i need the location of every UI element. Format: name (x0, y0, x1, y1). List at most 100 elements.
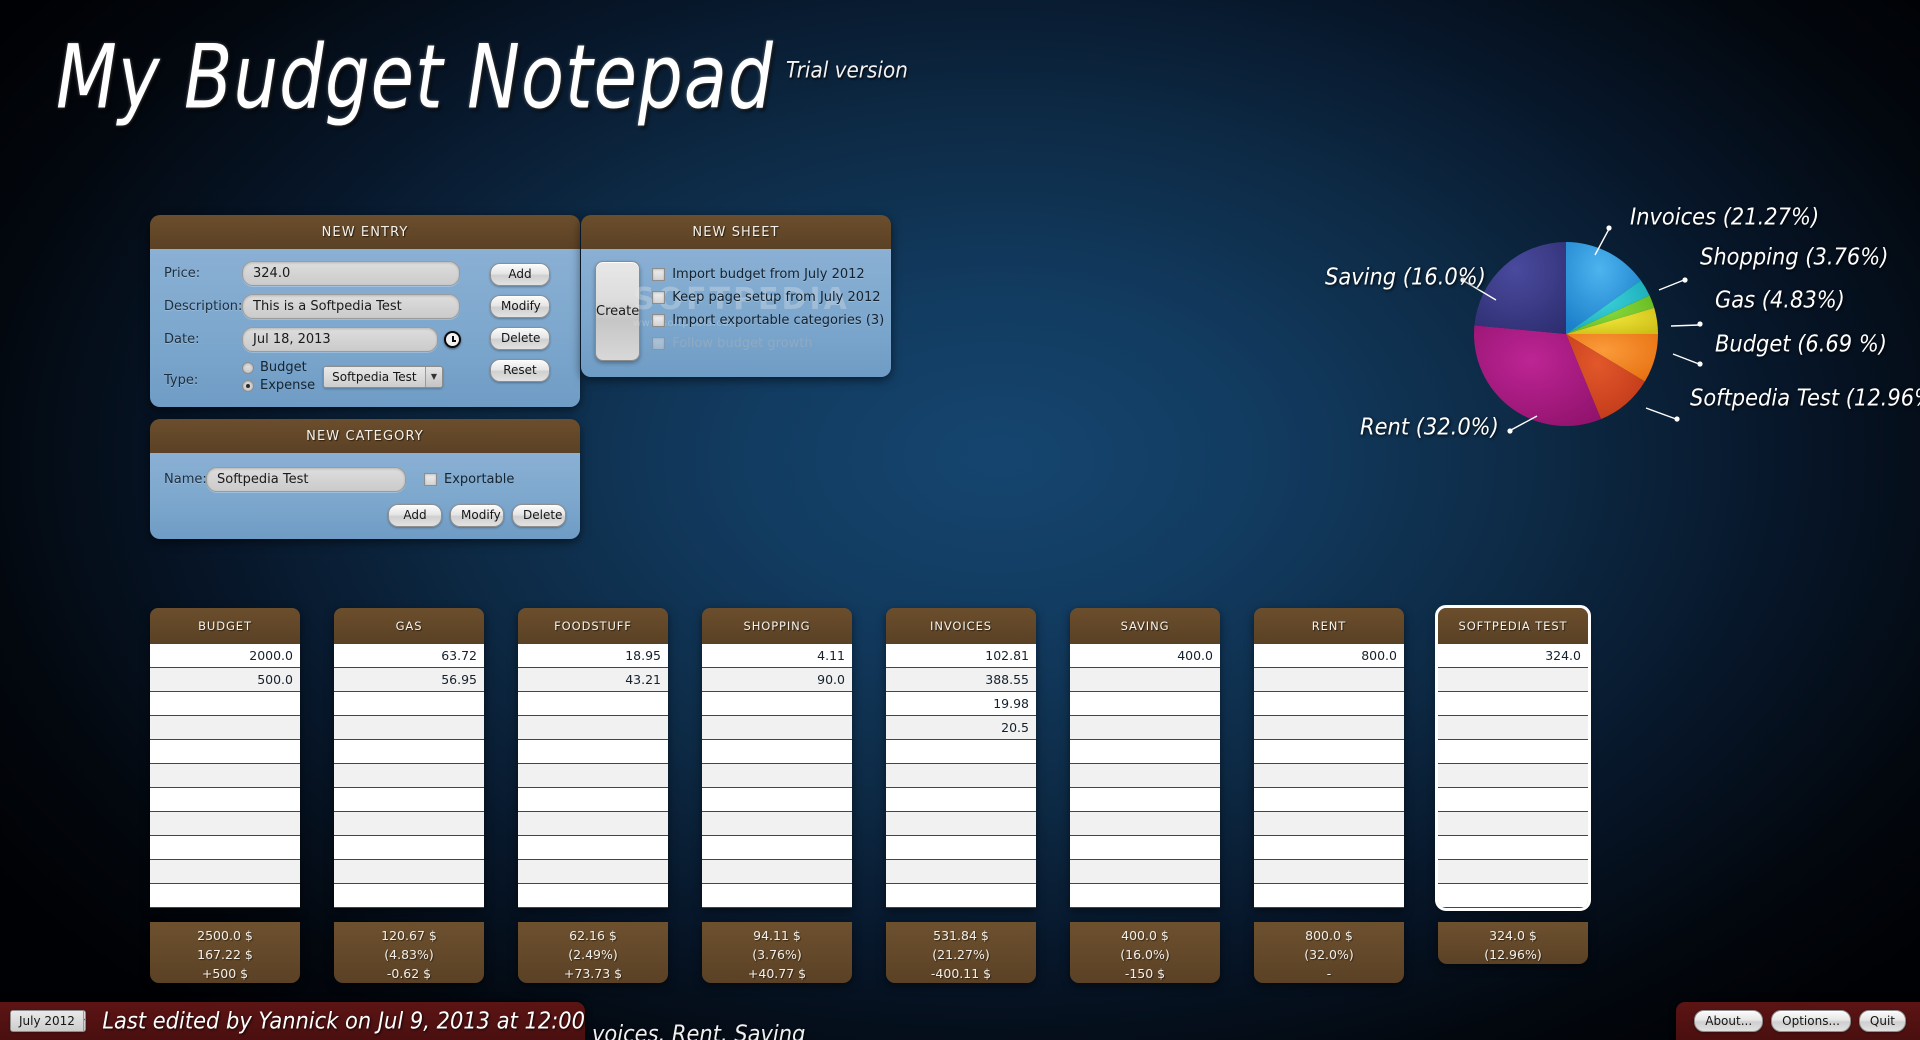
add-category-button[interactable]: Add (388, 504, 442, 527)
table-row[interactable] (1438, 668, 1588, 692)
import-budget-checkbox[interactable] (652, 268, 666, 281)
table-row[interactable] (334, 884, 484, 908)
keep-page-setup-checkbox[interactable] (652, 291, 666, 304)
radio-budget[interactable]: Budget (242, 360, 315, 375)
table-row[interactable] (1254, 668, 1404, 692)
import-categories-checkbox[interactable] (652, 314, 666, 327)
table-row[interactable]: 800.0 (1254, 644, 1404, 668)
option-keep-page-setup[interactable]: Keep page setup from July 2012 (652, 290, 884, 305)
table-row[interactable] (1070, 764, 1220, 788)
table-row[interactable] (702, 812, 852, 836)
date-input[interactable]: Jul 18, 2013 (242, 327, 438, 352)
table-row[interactable] (1070, 836, 1220, 860)
table-row[interactable] (334, 812, 484, 836)
table-row[interactable] (150, 716, 300, 740)
table-row[interactable]: 90.0 (702, 668, 852, 692)
table-row[interactable]: 324.0 (1438, 644, 1588, 668)
table-row[interactable] (702, 836, 852, 860)
table-row[interactable] (702, 740, 852, 764)
table-row[interactable] (518, 764, 668, 788)
table-row[interactable] (150, 764, 300, 788)
table-row[interactable] (518, 716, 668, 740)
table-row[interactable] (150, 836, 300, 860)
table-row[interactable] (1254, 716, 1404, 740)
table-row[interactable] (518, 692, 668, 716)
table-row[interactable] (518, 788, 668, 812)
options-button[interactable]: Options... (1771, 1010, 1851, 1032)
category-select[interactable]: Softpedia Test ▼ (323, 365, 444, 388)
table-row[interactable]: 43.21 (518, 668, 668, 692)
clock-icon[interactable] (444, 331, 461, 348)
table-row[interactable] (702, 788, 852, 812)
category-column[interactable]: GAS 63.72 56.95 (334, 608, 484, 908)
table-row[interactable]: 400.0 (1070, 644, 1220, 668)
create-sheet-button[interactable]: Create (595, 261, 641, 361)
table-row[interactable] (334, 836, 484, 860)
table-row[interactable] (334, 764, 484, 788)
table-row[interactable] (886, 884, 1036, 908)
table-row[interactable] (518, 884, 668, 908)
table-row[interactable] (886, 836, 1036, 860)
table-row[interactable] (1070, 716, 1220, 740)
table-row[interactable]: 388.55 (886, 668, 1036, 692)
table-row[interactable] (1254, 788, 1404, 812)
table-row[interactable]: 102.81 (886, 644, 1036, 668)
table-row[interactable] (518, 836, 668, 860)
table-row[interactable] (702, 860, 852, 884)
table-row[interactable] (702, 884, 852, 908)
table-row[interactable]: 4.11 (702, 644, 852, 668)
delete-category-button[interactable]: Delete (512, 504, 566, 527)
description-input[interactable]: This is a Softpedia Test (242, 294, 460, 319)
option-import-categories[interactable]: Import exportable categories (3) (652, 313, 884, 328)
table-row[interactable] (1254, 812, 1404, 836)
table-row[interactable] (1254, 884, 1404, 908)
delete-entry-button[interactable]: Delete (490, 327, 550, 350)
about-button[interactable]: About... (1694, 1010, 1764, 1032)
table-row[interactable]: 56.95 (334, 668, 484, 692)
table-row[interactable] (1438, 716, 1588, 740)
category-column[interactable]: FOODSTUFF 18.95 43.21 (518, 608, 668, 908)
table-row[interactable]: 19.98 (886, 692, 1036, 716)
table-row[interactable] (1438, 836, 1588, 860)
category-column[interactable]: SOFTPEDIA TEST 324.0 (1435, 605, 1591, 911)
table-row[interactable] (1070, 860, 1220, 884)
table-row[interactable] (702, 716, 852, 740)
category-column[interactable]: INVOICES 102.81 388.55 19.98 20.5 (886, 608, 1036, 908)
category-column[interactable]: SAVING 400.0 (1070, 608, 1220, 908)
table-row[interactable]: 500.0 (150, 668, 300, 692)
table-row[interactable] (334, 860, 484, 884)
quit-button[interactable]: Quit (1858, 1010, 1906, 1032)
table-row[interactable] (1438, 884, 1588, 908)
exportable-row[interactable]: Exportable (424, 472, 514, 487)
table-row[interactable] (1254, 740, 1404, 764)
radio-expense[interactable]: Expense (242, 378, 315, 393)
table-row[interactable] (1070, 788, 1220, 812)
table-row[interactable] (1070, 692, 1220, 716)
table-row[interactable] (518, 740, 668, 764)
table-row[interactable] (886, 764, 1036, 788)
table-row[interactable] (150, 860, 300, 884)
table-row[interactable] (1254, 692, 1404, 716)
reset-entry-button[interactable]: Reset (490, 359, 550, 382)
table-row[interactable] (518, 812, 668, 836)
table-row[interactable] (334, 716, 484, 740)
table-row[interactable] (702, 764, 852, 788)
table-row[interactable] (1070, 884, 1220, 908)
table-row[interactable] (150, 788, 300, 812)
table-row[interactable] (150, 740, 300, 764)
category-column[interactable]: SHOPPING 4.11 90.0 (702, 608, 852, 908)
table-row[interactable] (1438, 740, 1588, 764)
category-column[interactable]: RENT 800.0 (1254, 608, 1404, 908)
table-row[interactable] (886, 812, 1036, 836)
table-row[interactable] (1438, 788, 1588, 812)
month-select[interactable]: July 2012 ▼ (10, 1010, 87, 1032)
table-row[interactable] (1254, 836, 1404, 860)
table-row[interactable] (1070, 812, 1220, 836)
table-row[interactable] (334, 740, 484, 764)
option-import-budget[interactable]: Import budget from July 2012 (652, 267, 884, 282)
exportable-checkbox[interactable] (424, 473, 437, 486)
table-row[interactable] (1438, 860, 1588, 884)
modify-category-button[interactable]: Modify (450, 504, 504, 527)
table-row[interactable] (1254, 764, 1404, 788)
table-row[interactable] (518, 860, 668, 884)
